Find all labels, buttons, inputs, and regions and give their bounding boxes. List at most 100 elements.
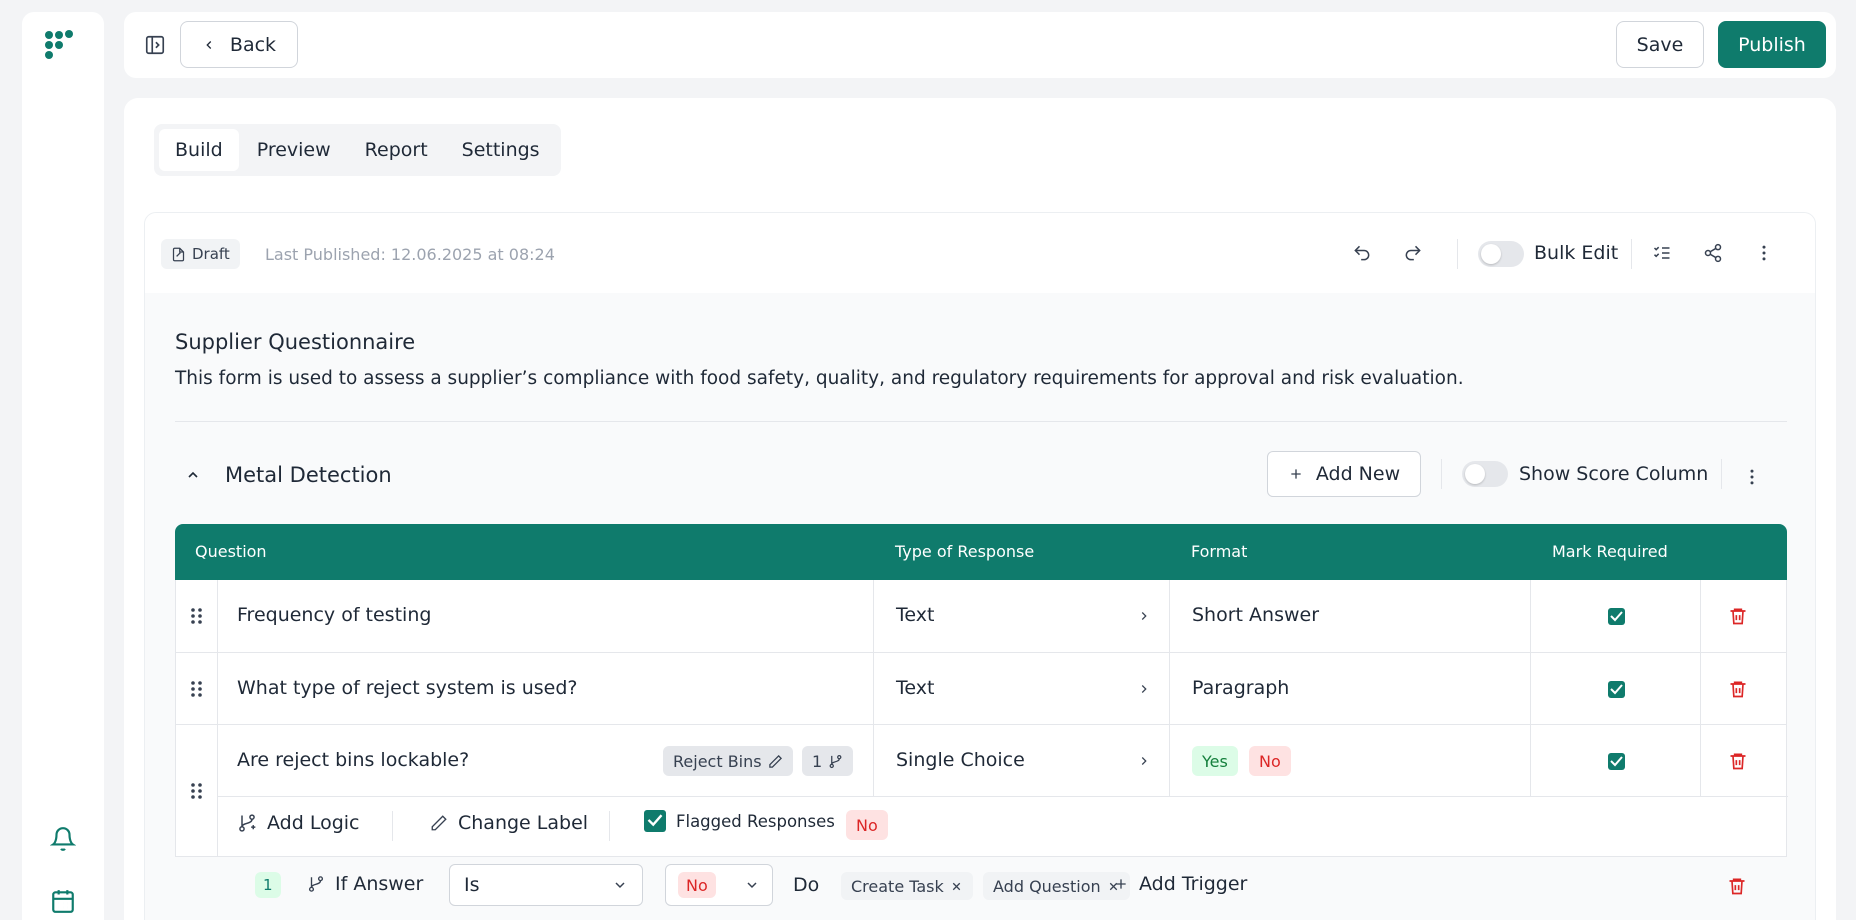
file-icon <box>172 247 185 261</box>
header-question: Question <box>195 542 267 561</box>
more-vertical-icon[interactable] <box>1742 467 1762 487</box>
response-type[interactable]: Single Choice <box>896 749 1025 771</box>
section-title: Metal Detection <box>225 463 392 487</box>
logo-icon[interactable] <box>44 30 78 64</box>
publish-button[interactable]: Publish <box>1718 21 1826 68</box>
flagged-label: Flagged Responses <box>676 811 835 831</box>
score-column-toggle[interactable] <box>1462 461 1508 487</box>
pencil-icon <box>431 815 447 831</box>
form-description: This form is used to assess a supplier’s… <box>175 368 1464 389</box>
option-no-chip[interactable]: No <box>1249 746 1291 776</box>
back-label: Back <box>229 33 277 56</box>
option-yes-chip[interactable]: Yes <box>1192 746 1238 776</box>
required-checkbox[interactable] <box>1608 681 1625 698</box>
save-button[interactable]: Save <box>1616 21 1704 68</box>
required-checkbox[interactable] <box>1608 608 1625 625</box>
flagged-checkbox[interactable] <box>644 810 666 832</box>
form-card: Draft Last Published: 12.06.2025 at 08:2… <box>144 212 1816 920</box>
change-label-button[interactable]: Change Label <box>430 812 588 834</box>
flagged-responses-toggle[interactable]: Flagged Responses <box>644 810 835 832</box>
trash-icon[interactable] <box>1727 875 1747 897</box>
required-checkbox[interactable] <box>1608 753 1625 770</box>
questions-table: Question Type of Response Format Mark Re… <box>175 524 1788 906</box>
chevron-down-icon <box>747 882 757 889</box>
add-trigger-button[interactable]: Add Trigger <box>1113 873 1247 895</box>
action-label: Add Question <box>993 876 1101 896</box>
format-text[interactable]: Short Answer <box>1192 604 1319 626</box>
question-text[interactable]: What type of reject system is used? <box>237 677 578 699</box>
drag-handle-icon[interactable] <box>190 607 204 625</box>
sidebar <box>22 12 104 920</box>
divider <box>609 811 610 841</box>
flagged-value-chip[interactable]: No <box>846 810 888 840</box>
change-label-text: Change Label <box>458 812 589 834</box>
format-text[interactable]: Paragraph <box>1192 677 1289 699</box>
pencil-icon[interactable] <box>768 754 783 769</box>
bulk-edit-toggle[interactable] <box>1478 241 1524 267</box>
chevron-right-icon[interactable] <box>1137 608 1151 624</box>
table-row: Frequency of testing Text Short Answer <box>175 580 1787 653</box>
redo-icon[interactable] <box>1403 243 1423 263</box>
divider <box>1441 459 1442 489</box>
divider <box>1631 239 1632 269</box>
add-new-label: Add New <box>1315 463 1401 485</box>
logic-count: 1 <box>812 751 823 771</box>
answer-value-select[interactable]: No <box>665 864 773 906</box>
label-chip-text: Reject Bins <box>673 751 762 771</box>
more-vertical-icon[interactable] <box>1754 243 1774 263</box>
do-label: Do <box>793 874 820 896</box>
share-icon[interactable] <box>1703 243 1723 263</box>
trash-icon[interactable] <box>1728 605 1748 627</box>
drag-handle-icon[interactable] <box>190 680 204 698</box>
if-answer-label: If Answer <box>307 873 423 895</box>
tab-report[interactable]: Report <box>349 129 444 171</box>
chevron-right-icon[interactable] <box>1137 681 1151 697</box>
question-label-chip[interactable]: Reject Bins <box>663 746 793 776</box>
chevron-down-icon <box>615 882 625 889</box>
trash-icon[interactable] <box>1728 678 1748 700</box>
add-logic-label: Add Logic <box>267 812 360 834</box>
table-row: Are reject bins lockable? Reject Bins 1 … <box>175 725 1788 857</box>
action-chip[interactable]: Add Question <box>983 872 1130 900</box>
table-row: What type of reject system is used? Text… <box>175 653 1787 725</box>
chevron-right-icon[interactable] <box>1137 753 1151 769</box>
add-new-button[interactable]: Add New <box>1267 451 1421 497</box>
logic-count-chip[interactable]: 1 <box>802 746 854 776</box>
chevron-up-icon[interactable] <box>185 467 201 483</box>
top-bar: Back Save Publish <box>124 12 1836 78</box>
operator-select[interactable]: Is <box>449 864 643 906</box>
response-type[interactable]: Text <box>896 604 934 626</box>
undo-icon[interactable] <box>1352 243 1372 263</box>
score-column-label: Show Score Column <box>1519 463 1709 485</box>
tab-preview[interactable]: Preview <box>241 129 347 171</box>
answer-value-chip: No <box>678 872 716 898</box>
logic-branch-icon <box>239 814 256 832</box>
action-label: Create Task <box>851 876 944 896</box>
operator-value: Is <box>464 874 480 896</box>
tab-settings[interactable]: Settings <box>446 129 556 171</box>
drag-handle-icon[interactable] <box>190 782 204 800</box>
divider <box>175 421 1787 422</box>
tab-build[interactable]: Build <box>159 129 239 171</box>
action-chip[interactable]: Create Task <box>841 872 973 900</box>
close-icon[interactable] <box>950 880 963 893</box>
add-logic-button[interactable]: Add Logic <box>237 812 360 834</box>
draft-badge: Draft <box>161 239 240 269</box>
header-type: Type of Response <box>895 542 1035 561</box>
back-button[interactable]: Back <box>180 21 298 68</box>
bulk-edit-label: Bulk Edit <box>1534 242 1619 264</box>
trash-icon[interactable] <box>1728 750 1748 772</box>
calendar-icon[interactable] <box>50 888 76 914</box>
plus-icon <box>1291 469 1301 479</box>
question-text[interactable]: Are reject bins lockable? <box>237 749 469 771</box>
bell-icon[interactable] <box>50 826 76 852</box>
panel-toggle-icon[interactable] <box>144 34 166 56</box>
form-toolbar: Draft Last Published: 12.06.2025 at 08:2… <box>145 213 1815 293</box>
question-text[interactable]: Frequency of testing <box>237 604 431 626</box>
rule-index-badge: 1 <box>255 872 281 898</box>
checklist-icon[interactable] <box>1652 243 1672 263</box>
if-answer-text: If Answer <box>335 873 424 895</box>
branch-icon <box>308 876 324 892</box>
response-type[interactable]: Text <box>896 677 934 699</box>
last-published-text: Last Published: 12.06.2025 at 08:24 <box>265 245 555 264</box>
